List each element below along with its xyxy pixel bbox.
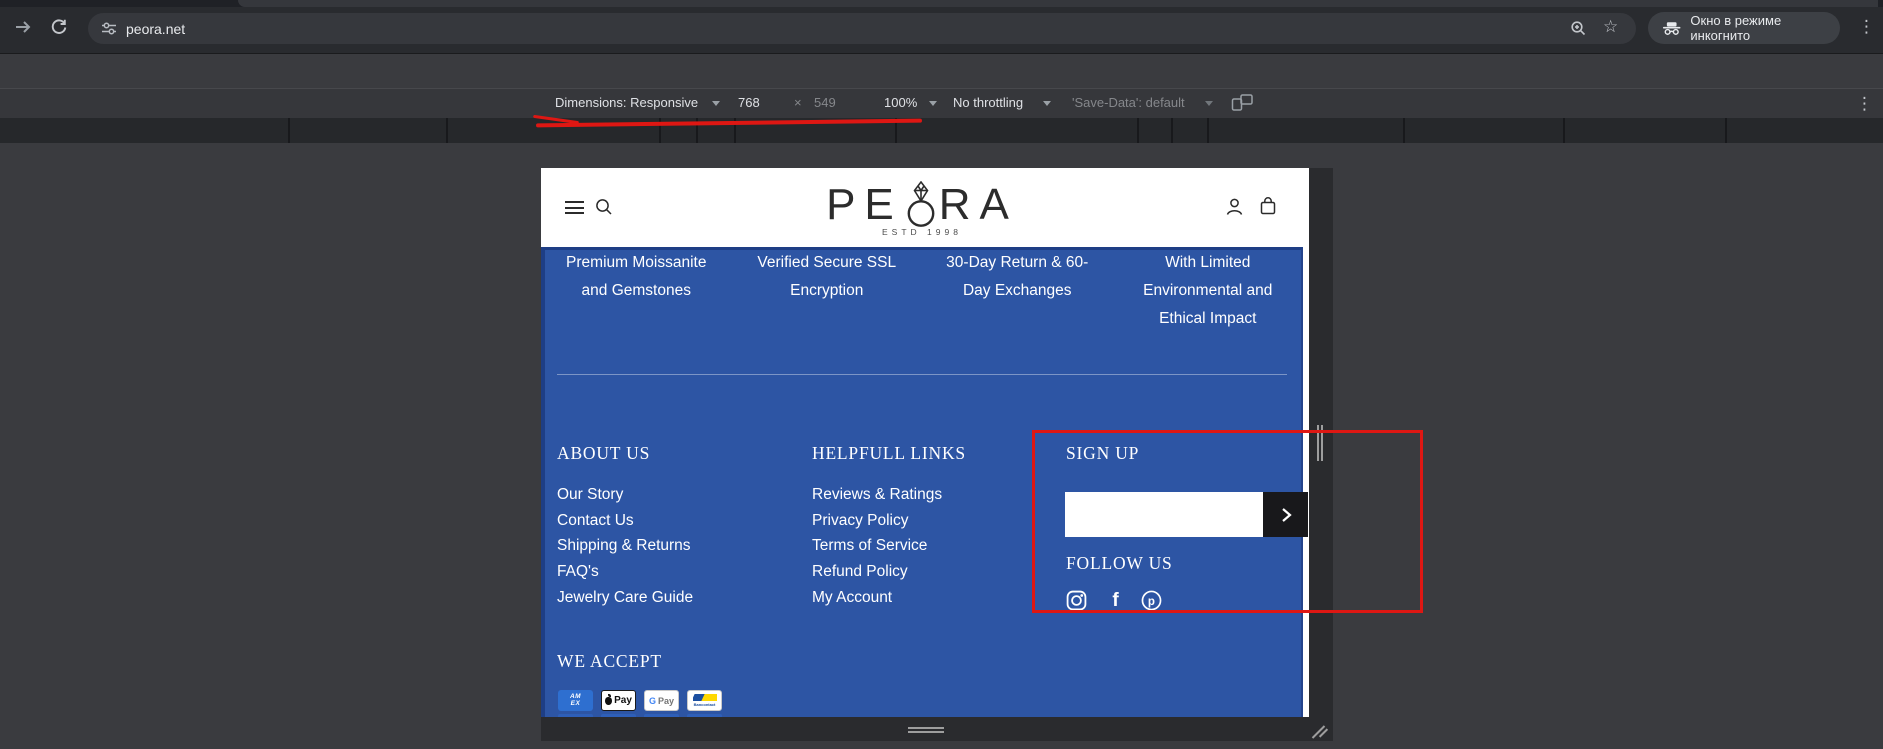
dimensions-caret-icon[interactable]	[712, 101, 720, 106]
footer-link[interactable]: FAQ's	[557, 563, 797, 589]
browser-menu-icon[interactable]: ⋮	[1858, 18, 1875, 35]
benefit-item: With Limited Environmental and Ethical Imp…	[1143, 254, 1273, 327]
viewport-bottom-resizer[interactable]	[541, 717, 1333, 741]
google-pay-badge: G Pay	[644, 690, 679, 711]
viewport-width-field[interactable]: 768	[738, 95, 760, 110]
site-settings-icon[interactable]	[101, 21, 117, 36]
screenshot-root: peora.net ☆ Окно в режиме инкогнито ⋮ Di…	[0, 0, 1883, 749]
apple-pay-badge: Pay	[601, 690, 636, 711]
incognito-badge: Окно в режиме инкогнито	[1648, 12, 1840, 44]
save-data-caret-icon[interactable]	[1205, 101, 1213, 106]
rotate-device-icon[interactable]	[1230, 93, 1254, 112]
we-accept-heading: WE ACCEPT	[557, 651, 662, 671]
dimensions-times: ×	[794, 95, 802, 110]
incognito-label: Окно в режиме инкогнито	[1690, 13, 1782, 43]
devtools-device-toolbar	[0, 88, 1883, 119]
about-heading: ABOUT US	[557, 443, 651, 463]
save-data-dropdown[interactable]: 'Save-Data': default	[1072, 95, 1185, 110]
throttling-caret-icon[interactable]	[1043, 101, 1051, 106]
address-bar[interactable]: peora.net ☆	[88, 13, 1636, 44]
footer-link[interactable]: Privacy Policy	[812, 512, 1052, 538]
footer-link[interactable]: Contact Us	[557, 512, 797, 538]
bookmark-star-icon[interactable]: ☆	[1603, 17, 1618, 37]
bancontact-badge: Bancontact	[687, 690, 722, 711]
logo-text-left: PE	[826, 180, 903, 229]
benefits-row: Premium Moissanite and Gemstones Verified…	[541, 249, 1303, 333]
url-text[interactable]: peora.net	[126, 21, 185, 37]
footer-link[interactable]: Terms of Service	[812, 537, 1052, 563]
devtools-menu-icon[interactable]: ⋮	[1856, 95, 1873, 112]
cart-bag-icon[interactable]	[1258, 196, 1278, 216]
footer-link[interactable]: Shipping & Returns	[557, 537, 797, 563]
helpful-heading: HELPFULL LINKS	[812, 443, 966, 463]
throttling-dropdown[interactable]: No throttling	[953, 95, 1023, 110]
zoom-caret-icon[interactable]	[929, 101, 937, 106]
logo-tagline: ESTD 1998	[882, 227, 962, 237]
footer-link[interactable]: Our Story	[557, 486, 797, 512]
footer-link[interactable]: Refund Policy	[812, 563, 1052, 589]
resize-grip-icon	[908, 731, 944, 733]
incognito-icon	[1662, 21, 1681, 35]
footer-divider	[557, 374, 1287, 375]
dimensions-dropdown[interactable]: Dimensions: Responsive	[555, 95, 698, 110]
about-links: Our Story Contact Us Shipping & Returns …	[557, 486, 797, 614]
annotation-red-rectangle	[1032, 430, 1423, 613]
zoom-dropdown[interactable]: 100%	[884, 95, 917, 110]
tab-strip-fragment	[238, 0, 1878, 7]
forward-icon[interactable]	[13, 17, 33, 37]
resize-grip-icon	[908, 727, 944, 729]
logo-text-right: RA	[938, 180, 1018, 229]
footer-link[interactable]: Reviews & Ratings	[812, 486, 1052, 512]
amex-badge: AM EX	[558, 690, 593, 711]
benefit-item: 30-Day Return & 60- Day Exchanges	[946, 254, 1089, 299]
benefit-item: Premium Moissanite and Gemstones	[566, 254, 707, 299]
benefit-item: Verified Secure SSL Encryption	[757, 254, 897, 299]
logo-ring-icon	[905, 181, 937, 229]
footer-link[interactable]: My Account	[812, 589, 1052, 615]
zoom-in-icon[interactable]	[1570, 20, 1587, 37]
viewport-height-field[interactable]: 549	[814, 95, 836, 110]
peora-logo[interactable]: PE RA	[541, 180, 1303, 230]
reload-icon[interactable]	[49, 17, 69, 37]
devtools-ruler	[0, 118, 1883, 143]
account-icon[interactable]	[1225, 197, 1244, 216]
footer-link[interactable]: Jewelry Care Guide	[557, 589, 797, 615]
helpful-links: Reviews & Ratings Privacy Policy Terms o…	[812, 486, 1052, 614]
